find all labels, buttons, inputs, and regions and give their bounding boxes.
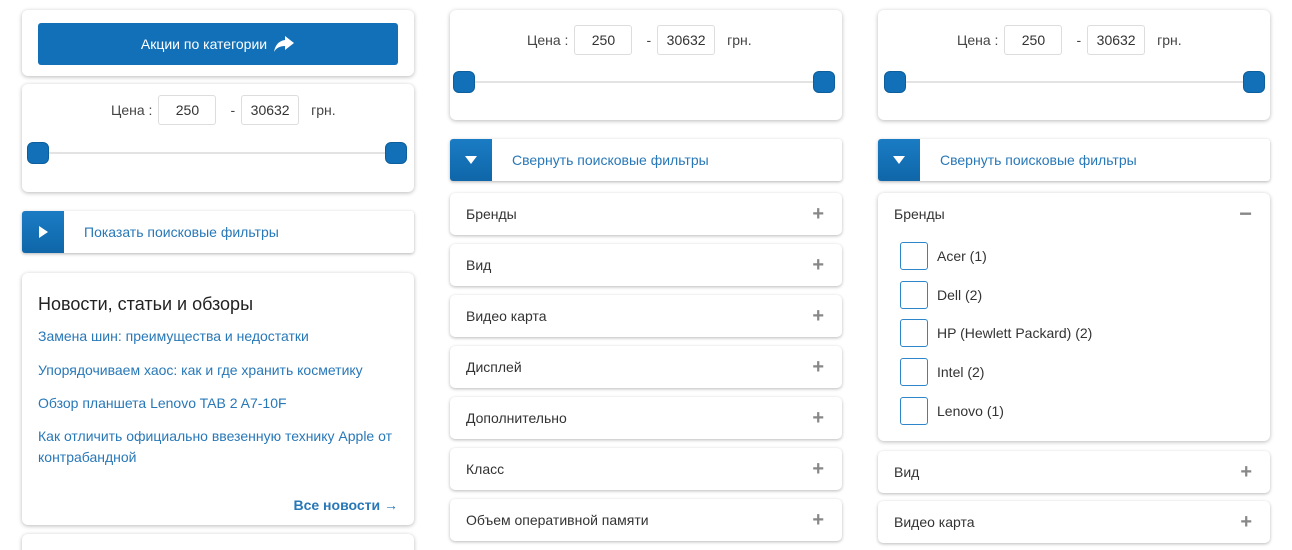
price-row-left: Цена : - грн. [111, 95, 336, 125]
plus-icon: + [1240, 461, 1252, 483]
price-dash: - [1076, 32, 1082, 48]
brand-checkbox-label: Intel (2) [937, 364, 985, 380]
filter-row[interactable]: Бренды + [450, 193, 842, 235]
filter-row[interactable]: Вид + [878, 451, 1270, 493]
news-link[interactable]: Как отличить официально ввезенную техник… [38, 426, 398, 468]
brand-checkbox-label: Acer (1) [937, 248, 987, 264]
promo-label: Акции по категории [140, 36, 268, 52]
price-currency: грн. [1157, 32, 1182, 48]
price-slider-track [890, 81, 1260, 83]
news-link[interactable]: Обзор планшета Lenovo TAB 2 A7-10F [38, 393, 398, 414]
price-dash: - [230, 102, 236, 118]
price-slider-max-handle[interactable] [1243, 71, 1265, 93]
news-link[interactable]: Упорядочиваем хаос: как и где хранить ко… [38, 360, 398, 381]
price-slider-max-handle[interactable] [385, 142, 407, 164]
news-title: Новости, статьи и обзоры [38, 294, 254, 314]
price-max-input[interactable] [241, 95, 300, 125]
plus-icon: + [812, 305, 824, 327]
filter-label: Дисплей [466, 359, 522, 375]
show-filters-toggle[interactable]: Показать поисковые фильтры [22, 211, 414, 253]
collapse-filters-label: Свернуть поисковые фильтры [940, 152, 1137, 168]
price-slider-min-handle[interactable] [27, 142, 49, 164]
plus-icon: + [812, 458, 824, 480]
filter-label: Бренды [466, 206, 517, 222]
plus-icon: + [812, 203, 824, 225]
left-bottom-card [22, 534, 414, 550]
minus-icon: − [1239, 201, 1252, 226]
plus-icon: + [812, 356, 824, 378]
plus-icon: + [812, 407, 824, 429]
price-slider-track [460, 81, 830, 83]
price-currency: грн. [727, 32, 752, 48]
filter-row[interactable]: Видео карта + [878, 501, 1270, 543]
news-link[interactable]: Замена шин: преимущества и недостатки [38, 326, 398, 347]
collapse-filters-label: Свернуть поисковые фильтры [512, 152, 709, 168]
filter-label: Вид [466, 257, 492, 273]
filter-row[interactable]: Объем оперативной памяти + [450, 499, 842, 541]
triangle-right-icon [22, 211, 64, 253]
brand-checkbox-intel[interactable] [900, 358, 928, 386]
all-news-link[interactable]: Все новости → [293, 497, 398, 513]
promo-button[interactable]: Акции по категории [38, 23, 398, 65]
price-row-mid: Цена : - грн. [527, 25, 752, 55]
triangle-down-icon [450, 139, 492, 181]
price-label: Цена : [527, 32, 569, 48]
price-max-input[interactable] [1087, 25, 1146, 55]
filter-row[interactable]: Класс + [450, 448, 842, 490]
plus-icon: + [812, 254, 824, 276]
brands-filter-header[interactable]: Бренды − [878, 193, 1270, 235]
filter-label: Дополнительно [466, 410, 567, 426]
price-row-right: Цена : - грн. [957, 25, 1182, 55]
triangle-down-icon [878, 139, 920, 181]
collapse-filters-toggle[interactable]: Свернуть поисковые фильтры [878, 139, 1270, 181]
filter-row[interactable]: Дисплей + [450, 346, 842, 388]
brand-checkbox-dell[interactable] [900, 281, 928, 309]
brand-checkbox-acer[interactable] [900, 242, 928, 270]
price-label: Цена : [957, 32, 999, 48]
plus-icon: + [812, 509, 824, 531]
price-slider-track [38, 152, 398, 154]
price-currency: грн. [311, 102, 336, 118]
price-min-input[interactable] [158, 95, 217, 125]
filter-label: Видео карта [466, 308, 547, 324]
arrow-share-icon [274, 36, 295, 52]
filter-row[interactable]: Вид + [450, 244, 842, 286]
plus-icon: + [1240, 511, 1252, 533]
filter-label: Вид [894, 464, 920, 480]
brand-checkbox-hp[interactable] [900, 319, 928, 347]
filter-row[interactable]: Дополнительно + [450, 397, 842, 439]
brand-checkbox-label: Lenovo (1) [937, 403, 1004, 419]
filter-label: Объем оперативной памяти [466, 512, 649, 528]
price-min-input[interactable] [574, 25, 633, 55]
price-dash: - [646, 32, 652, 48]
price-min-input[interactable] [1004, 25, 1063, 55]
price-slider-min-handle[interactable] [884, 71, 906, 93]
price-slider-min-handle[interactable] [453, 71, 475, 93]
price-max-input[interactable] [657, 25, 716, 55]
collapse-filters-toggle[interactable]: Свернуть поисковые фильтры [450, 139, 842, 181]
filter-label: Видео карта [894, 514, 975, 530]
filter-label: Бренды [894, 206, 945, 222]
price-slider-max-handle[interactable] [813, 71, 835, 93]
brand-checkbox-lenovo[interactable] [900, 397, 928, 425]
brand-checkbox-label: HP (Hewlett Packard) (2) [937, 325, 1093, 341]
price-label: Цена : [111, 102, 153, 118]
show-filters-label: Показать поисковые фильтры [84, 224, 279, 240]
filter-label: Класс [466, 461, 505, 477]
brand-checkbox-label: Dell (2) [937, 287, 983, 303]
filter-row[interactable]: Видео карта + [450, 295, 842, 337]
